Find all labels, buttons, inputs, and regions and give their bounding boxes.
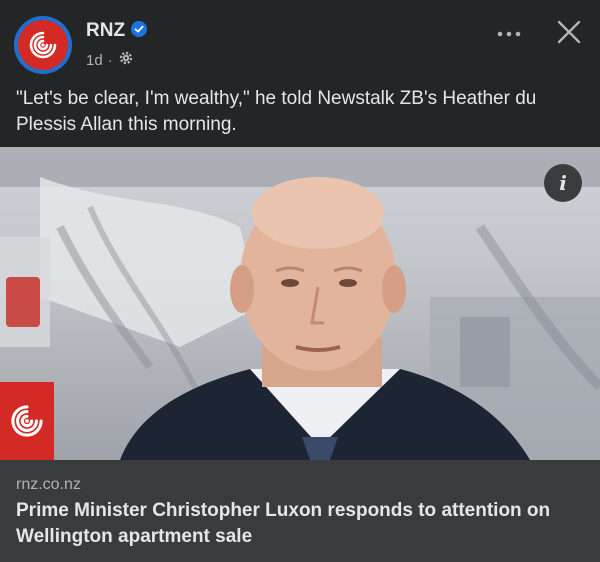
close-icon — [557, 20, 581, 44]
post-timestamp[interactable]: 1d — [86, 52, 103, 69]
post-header: RNZ 1d · — [0, 0, 600, 82]
link-headline[interactable]: Prime Minister Christopher Luxon respond… — [16, 498, 588, 550]
meta-separator: · — [107, 51, 113, 69]
audience-icon[interactable] — [118, 50, 134, 70]
link-preview-image[interactable] — [0, 147, 600, 460]
rnz-logo-icon — [18, 20, 68, 70]
verified-badge-icon — [131, 20, 148, 42]
page-name[interactable]: RNZ — [86, 20, 125, 42]
more-dots-icon — [497, 31, 521, 37]
rnz-logo-icon — [11, 405, 43, 437]
link-domain[interactable]: rnz.co.nz — [16, 476, 81, 494]
info-button[interactable]: i — [544, 164, 582, 202]
more-options-button[interactable] — [494, 24, 524, 44]
close-button[interactable] — [555, 18, 583, 46]
rnz-badge — [0, 382, 54, 460]
page-avatar[interactable] — [14, 16, 72, 74]
post-caption: "Let's be clear, I'm wealthy," he told N… — [16, 88, 537, 135]
info-icon: i — [559, 171, 567, 195]
